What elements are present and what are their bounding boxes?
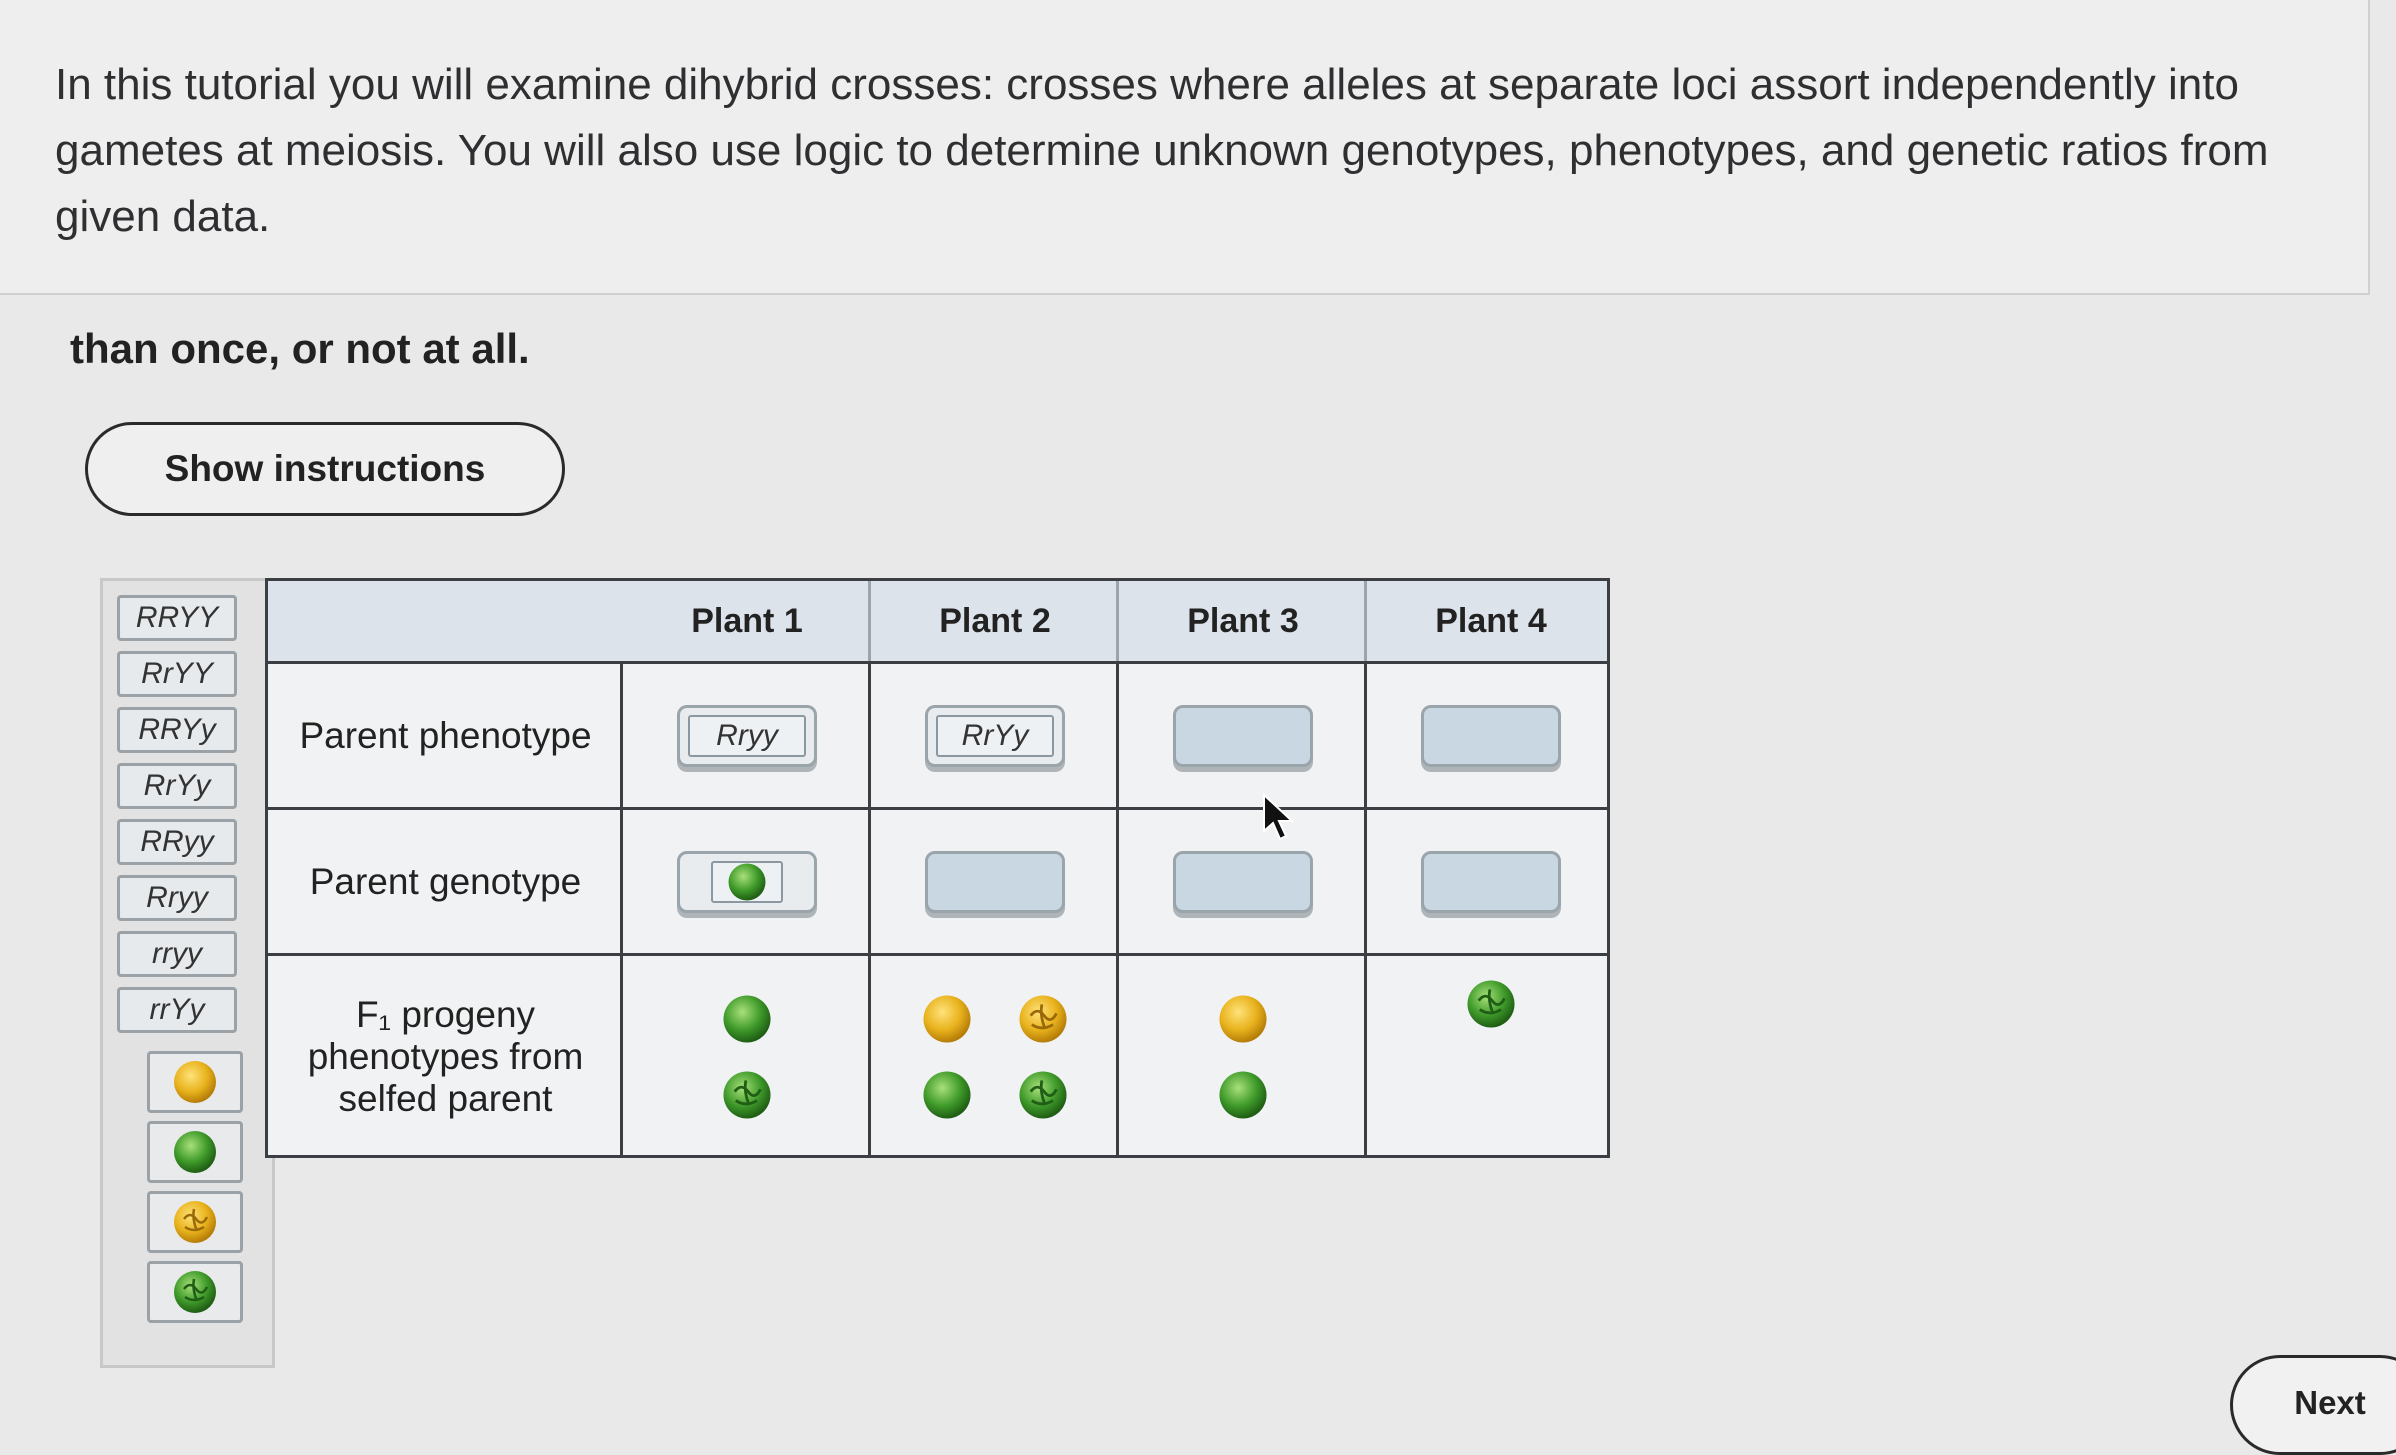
cross-table: Plant 1 Plant 2 Plant 3 Plant 4 Parent p… xyxy=(265,578,1610,1158)
column-header-plant-4: Plant 4 xyxy=(1435,601,1547,640)
pea-tile-green-wrinkled[interactable] xyxy=(147,1261,243,1323)
show-instructions-button[interactable]: Show instructions xyxy=(85,422,565,516)
genotype-label-tile[interactable]: RRYY xyxy=(117,595,237,641)
row-header-parent-phenotype: Parent phenotype xyxy=(299,714,592,756)
genotype-cell-plant-4 xyxy=(1367,810,1615,953)
mouse-cursor-icon xyxy=(1263,793,1295,841)
green-round-pea-icon xyxy=(728,863,766,900)
green-round-pea-icon xyxy=(723,995,771,1043)
phenotype-cell-plant-4 xyxy=(1367,664,1615,807)
green-round-pea-icon xyxy=(174,1131,216,1173)
progeny-cell-plant-2 xyxy=(871,956,1119,1158)
progeny-cell-plant-1 xyxy=(623,956,871,1158)
column-header-plant-1: Plant 1 xyxy=(691,601,803,640)
phenotype-cell-plant-3 xyxy=(1119,664,1367,807)
row-header-f1-progeny: F₁ progeny phenotypes from selfed parent xyxy=(307,994,584,1119)
genotype-label-tile[interactable]: RrYY xyxy=(117,651,237,697)
row-header-parent-genotype: Parent genotype xyxy=(309,860,582,902)
yellow-wrinkled-pea-icon xyxy=(1019,995,1067,1043)
phenotype-drop-target[interactable] xyxy=(1173,704,1313,767)
genotype-label-tile[interactable]: rryy xyxy=(117,931,237,977)
phenotype-drop-target[interactable]: RrYy xyxy=(925,704,1065,767)
genotype-label-tile[interactable]: rrYy xyxy=(117,987,237,1033)
green-wrinkled-pea-icon xyxy=(1467,980,1515,1028)
genotype-drop-target[interactable] xyxy=(925,850,1065,913)
green-round-pea-icon xyxy=(1219,1071,1267,1119)
genotype-label-tile[interactable]: Rryy xyxy=(117,875,237,921)
phenotype-cell-plant-1: Rryy xyxy=(623,664,871,807)
column-header-plant-2: Plant 2 xyxy=(939,601,1051,640)
green-wrinkled-pea-icon xyxy=(1019,1071,1067,1119)
placed-genotype-label[interactable]: Rryy xyxy=(688,714,806,757)
placed-pea-tile[interactable] xyxy=(711,860,783,903)
yellow-wrinkled-pea-icon xyxy=(174,1201,216,1243)
phenotype-drop-target[interactable]: Rryy xyxy=(677,704,817,767)
genotype-drop-target[interactable] xyxy=(1173,850,1313,913)
header-divider xyxy=(1116,581,1119,661)
yellow-round-pea-icon xyxy=(923,995,971,1043)
genotype-cell-plant-2 xyxy=(871,810,1119,953)
column-header-plant-3: Plant 3 xyxy=(1187,601,1299,640)
phenotype-cell-plant-2: RrYy xyxy=(871,664,1119,807)
label-palette: RRYY RrYY RRYy RrYy RRyy Rryy rryy rrYy xyxy=(100,578,275,1368)
header-divider xyxy=(868,581,871,661)
instruction-lead-text: than once, or not at all. xyxy=(70,325,530,372)
yellow-round-pea-icon xyxy=(174,1061,216,1103)
intro-panel: In this tutorial you will examine dihybr… xyxy=(0,0,2370,295)
header-divider xyxy=(1364,581,1367,661)
pea-tile-green-round[interactable] xyxy=(147,1121,243,1183)
genotype-label-tile[interactable]: RRyy xyxy=(117,819,237,865)
green-wrinkled-pea-icon xyxy=(723,1071,771,1119)
green-wrinkled-pea-icon xyxy=(174,1271,216,1313)
genotype-drop-target[interactable] xyxy=(1421,850,1561,913)
genotype-label-tile[interactable]: RRYy xyxy=(117,707,237,753)
genotype-label-tile[interactable]: RrYy xyxy=(117,763,237,809)
genotype-drop-target[interactable] xyxy=(677,850,817,913)
next-button[interactable]: Next xyxy=(2230,1355,2396,1455)
progeny-cell-plant-3 xyxy=(1119,956,1367,1158)
genotype-cell-plant-1 xyxy=(623,810,871,953)
green-round-pea-icon xyxy=(923,1071,971,1119)
pea-tile-yellow-round[interactable] xyxy=(147,1051,243,1113)
progeny-cell-plant-4 xyxy=(1367,956,1615,1158)
genotype-cell-plant-3 xyxy=(1119,810,1367,953)
placed-genotype-label[interactable]: RrYy xyxy=(936,714,1054,757)
intro-text: In this tutorial you will examine dihybr… xyxy=(55,60,2269,241)
yellow-round-pea-icon xyxy=(1219,995,1267,1043)
pea-tile-yellow-wrinkled[interactable] xyxy=(147,1191,243,1253)
phenotype-drop-target[interactable] xyxy=(1421,704,1561,767)
